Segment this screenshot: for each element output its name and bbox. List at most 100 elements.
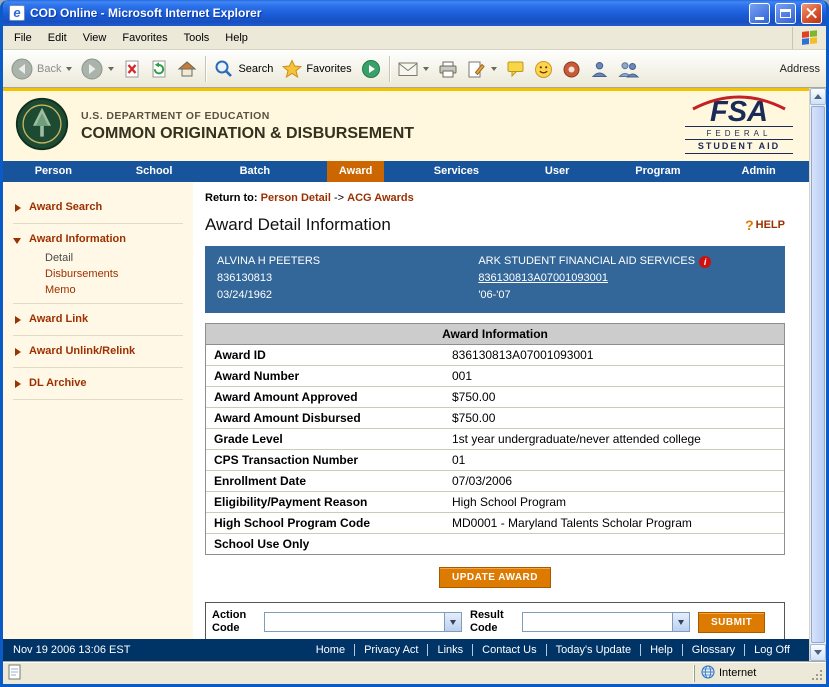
nav-batch[interactable]: Batch [205, 161, 306, 182]
footer-link-links[interactable]: Links [427, 644, 472, 656]
update-award-button[interactable]: UPDATE AWARD [439, 567, 551, 588]
action-code-label: Action Code [212, 609, 256, 635]
chevron-down-icon[interactable] [444, 613, 461, 631]
footer-link-privacy-act[interactable]: Privacy Act [354, 644, 427, 656]
sidebar-item-detail[interactable]: Detail [3, 250, 193, 266]
nav-award[interactable]: Award [305, 161, 406, 182]
table-row: CPS Transaction Number 01 [206, 449, 784, 470]
browser-toolbar: Back Searc [3, 50, 826, 88]
sidebar-item-dl-archive[interactable]: DL Archive [3, 372, 193, 394]
forward-dropdown-caret-icon[interactable] [108, 67, 114, 71]
people-button[interactable] [614, 57, 644, 82]
footer-link-contact-us[interactable]: Contact Us [472, 644, 545, 656]
breadcrumb: Return to: Person Detail -> ACG Awards [205, 192, 785, 204]
media-icon [361, 59, 381, 79]
home-button[interactable] [173, 56, 201, 82]
chat-button[interactable] [558, 57, 585, 82]
menu-help[interactable]: Help [217, 28, 256, 48]
person-name: ALVINA H PEETERS [217, 253, 478, 270]
return-to-label: Return to: [205, 192, 258, 204]
mail-button[interactable] [394, 59, 433, 80]
search-button[interactable]: Search [210, 56, 277, 82]
nav-school[interactable]: School [104, 161, 205, 182]
menu-tools[interactable]: Tools [176, 28, 218, 48]
back-button[interactable]: Back [7, 55, 76, 83]
sidebar-item-disbursements[interactable]: Disbursements [3, 266, 193, 282]
vertical-scrollbar[interactable] [809, 88, 826, 661]
favorites-button[interactable]: Favorites [278, 56, 355, 82]
nav-program[interactable]: Program [608, 161, 709, 182]
forward-button[interactable] [77, 55, 118, 83]
zone-label: Internet [719, 667, 756, 679]
scroll-down-arrow[interactable] [810, 644, 826, 661]
help-link[interactable]: ? HELP [745, 217, 785, 233]
table-row: Award Amount Approved $750.00 [206, 386, 784, 407]
sidebar-item-award-link[interactable]: Award Link [3, 308, 193, 330]
menu-favorites[interactable]: Favorites [114, 28, 175, 48]
page-title: Award Detail Information [205, 215, 391, 235]
row-label: Grade Level [206, 429, 444, 449]
stop-button[interactable] [119, 56, 145, 82]
back-icon [11, 58, 33, 80]
sidebar-divider [13, 335, 183, 336]
footer-link-home[interactable]: Home [307, 644, 354, 656]
help-label: HELP [756, 219, 785, 231]
mail-dropdown-caret-icon[interactable] [423, 67, 429, 71]
breadcrumb-person-detail-link[interactable]: Person Detail [261, 192, 331, 204]
footer-link-glossary[interactable]: Glossary [682, 644, 744, 656]
ie-icon: e [9, 5, 25, 21]
media-button[interactable] [357, 56, 385, 82]
info-icon[interactable]: i [699, 256, 711, 268]
chevron-down-icon [13, 238, 21, 244]
action-code-select[interactable] [264, 612, 462, 632]
back-label: Back [37, 63, 61, 75]
nav-person[interactable]: Person [3, 161, 104, 182]
minimize-button[interactable] [749, 3, 770, 24]
sidebar: Award Search Award Information Detail Di… [3, 182, 193, 639]
discuss-button[interactable] [502, 57, 529, 81]
back-dropdown-caret-icon[interactable] [66, 67, 72, 71]
row-value: $750.00 [444, 387, 784, 407]
favorites-label: Favorites [306, 63, 351, 75]
submit-button[interactable]: SUBMIT [698, 612, 765, 633]
chevron-right-icon [15, 348, 21, 356]
site-banner: U.S. DEPARTMENT OF EDUCATION COMMON ORIG… [3, 88, 809, 161]
sidebar-item-memo[interactable]: Memo [3, 282, 193, 298]
row-value [444, 534, 784, 554]
sidebar-item-award-information[interactable]: Award Information [3, 228, 193, 250]
nav-admin[interactable]: Admin [708, 161, 809, 182]
maximize-button[interactable] [775, 3, 796, 24]
stop-icon [123, 59, 141, 79]
footer-link-todays-update[interactable]: Today's Update [546, 644, 640, 656]
nav-user[interactable]: User [507, 161, 608, 182]
sidebar-divider [13, 367, 183, 368]
globe-icon [701, 665, 715, 682]
close-button[interactable] [801, 3, 822, 24]
nav-services[interactable]: Services [406, 161, 507, 182]
print-button[interactable] [434, 58, 462, 81]
menu-file[interactable]: File [6, 28, 40, 48]
menu-view[interactable]: View [75, 28, 115, 48]
sidebar-item-award-search[interactable]: Award Search [3, 196, 193, 218]
sidebar-item-award-unlink-relink[interactable]: Award Unlink/Relink [3, 340, 193, 362]
main-content: Return to: Person Detail -> ACG Awards A… [193, 182, 809, 639]
result-code-select[interactable] [522, 612, 690, 632]
footer-link-help[interactable]: Help [640, 644, 682, 656]
refresh-button[interactable] [146, 56, 172, 82]
messenger-button[interactable] [530, 57, 557, 82]
menu-edit[interactable]: Edit [40, 28, 75, 48]
toolbar-separator [205, 56, 206, 82]
person-button[interactable] [586, 57, 613, 82]
breadcrumb-acg-awards-link[interactable]: ACG Awards [347, 192, 414, 204]
footer-link-log-off[interactable]: Log Off [744, 644, 799, 656]
scroll-up-arrow[interactable] [810, 88, 826, 105]
chevron-down-icon[interactable] [672, 613, 689, 631]
edit-dropdown-caret-icon[interactable] [491, 67, 497, 71]
messenger-smiley-icon [534, 60, 553, 79]
scrollbar-thumb[interactable] [811, 106, 825, 643]
resize-grip[interactable] [810, 666, 824, 682]
award-id-link[interactable]: 836130813A07001093001 [478, 270, 608, 287]
edit-button[interactable] [463, 57, 501, 82]
nav-award-label: Award [327, 161, 384, 182]
row-value: $750.00 [444, 408, 784, 428]
